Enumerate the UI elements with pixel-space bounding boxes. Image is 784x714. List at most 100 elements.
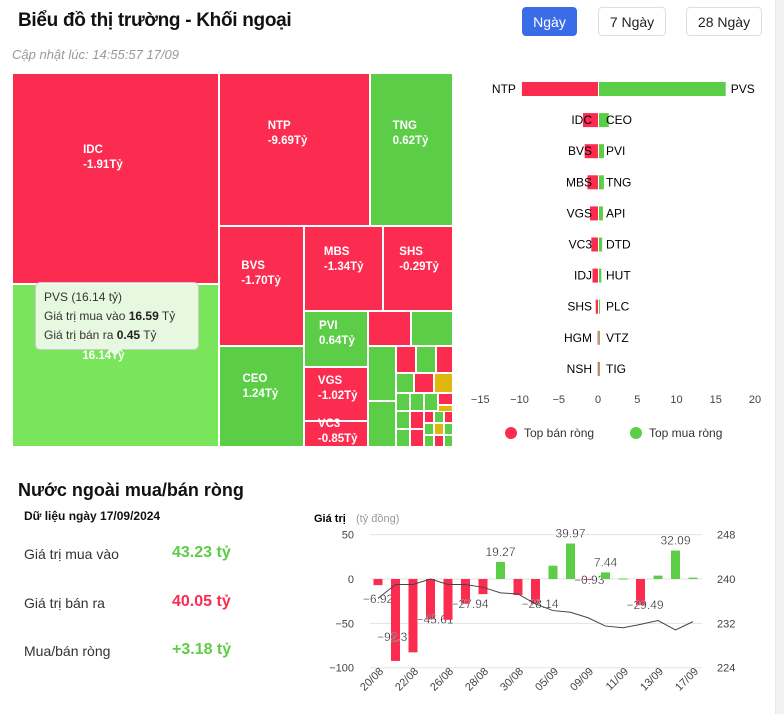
buy-symbol: PVI [606, 144, 625, 158]
data-label: 19.27 [485, 545, 515, 559]
net-bar [618, 578, 628, 580]
buy-symbol: TNG [606, 175, 631, 189]
treemap-tile-tng[interactable]: TNG 0.62Tỷ [370, 73, 453, 226]
section-title: Nước ngoài mua/bán ròng [18, 480, 244, 500]
buy-bar [599, 206, 603, 221]
treemap-tile-small[interactable] [410, 411, 424, 429]
sell-symbol: MBS [566, 175, 592, 189]
treemap-tile-small[interactable] [444, 435, 453, 447]
buy-symbol: HUT [606, 269, 631, 283]
treemap-tile-mbs[interactable]: MBS -1.34Tỷ [304, 226, 383, 311]
treemap-tile-small[interactable] [444, 423, 453, 435]
buy-bar [599, 82, 726, 96]
treemap-tile-small[interactable] [396, 411, 410, 429]
data-label: 39.97 [555, 527, 585, 541]
sell-symbol: NSH [567, 362, 592, 376]
treemap-tile-ntp[interactable]: NTP -9.69Tỷ [219, 73, 370, 226]
treemap-tile-idc[interactable]: IDC -1.91Tỷ [12, 73, 219, 284]
buy-symbol: VTZ [606, 331, 629, 345]
net-value: +3.18 tỷ [172, 641, 232, 658]
treemap-tile-small[interactable] [414, 373, 434, 393]
treemap-tile-small[interactable] [424, 393, 438, 411]
tab-day[interactable]: Ngày [522, 7, 577, 36]
treemap-tile-bvs[interactable]: BVS -1.70Tỷ [219, 226, 304, 346]
tile-symbol: SHS [399, 246, 423, 259]
data-label: 7.44 [594, 555, 618, 569]
buy-bar [599, 330, 600, 345]
treemap-tile-small[interactable] [424, 435, 434, 447]
x-tick: −5 [552, 394, 565, 406]
sell-symbol: BVS [568, 144, 592, 158]
tile-symbol: CEO [242, 372, 268, 385]
treemap-tile-small[interactable] [396, 346, 416, 373]
tile-symbol: VC3 [317, 417, 341, 430]
tooltip-unit: Tỷ [161, 309, 176, 323]
data-label: −0.93 [574, 573, 605, 587]
tab-7-days[interactable]: 7 Ngày [598, 7, 666, 36]
treemap-tile-small[interactable] [410, 429, 424, 447]
tab-28-days[interactable]: 28 Ngày [686, 7, 762, 36]
treemap-tile-small[interactable] [434, 373, 453, 393]
data-label: −27.94 [452, 597, 489, 611]
x-tick: 15 [710, 394, 722, 406]
treemap-tile-small[interactable] [434, 411, 444, 423]
sell-symbol: HGM [564, 331, 592, 345]
treemap-tile-small[interactable] [436, 346, 453, 373]
net-flow-chart: Giá trị (tỷ đồng)50 248 0 240 −50 232 −100 224 −6… [314, 513, 735, 694]
treemap-tile-small[interactable] [416, 346, 436, 373]
sell-bar [597, 330, 599, 345]
tile-value: -0.85Tỷ [317, 432, 358, 445]
x-tick: 05/09 [533, 666, 561, 694]
treemap-tile-small[interactable] [396, 393, 410, 411]
treemap-tile-ceo[interactable]: CEO 1.24Tỷ [219, 346, 304, 447]
sell-bar [597, 361, 599, 376]
treemap-tile-small[interactable] [444, 411, 453, 423]
tile-symbol: NTP [267, 120, 291, 133]
buy-symbol: API [606, 206, 625, 220]
treemap-tile-small[interactable] [368, 346, 396, 401]
treemap-tile-small[interactable] [368, 311, 411, 346]
treemap-tile-vc3[interactable]: VC3 -0.85Tỷ [304, 418, 368, 447]
page-title: Biểu đồ thị trường - Khối ngoại [18, 10, 292, 31]
treemap-tile-small[interactable] [411, 311, 453, 346]
data-label: −6.92 [363, 592, 394, 606]
x-tick: 11/09 [604, 666, 631, 693]
buy-symbol: DTD [606, 238, 631, 252]
treemap-tile-small[interactable] [438, 393, 453, 405]
sell-symbol: IDJ [574, 269, 592, 283]
y2-tick: 248 [717, 530, 735, 542]
tile-symbol: TNG [392, 120, 417, 133]
treemap-tile-small[interactable] [368, 401, 396, 447]
buy-symbol: CEO [606, 113, 632, 127]
treemap-tile-small[interactable] [396, 429, 410, 447]
sell-symbol: VC3 [569, 238, 593, 252]
updated-time: Cập nhật lúc: 14:55:57 17/09 [12, 47, 179, 62]
tile-value: -0.29Tỷ [399, 261, 439, 274]
treemap-tile-small[interactable] [396, 373, 414, 393]
net-bar [688, 577, 698, 579]
treemap-tile-small[interactable] [410, 393, 424, 411]
sell-symbol: VGS [567, 206, 592, 220]
treemap-tile-small[interactable] [434, 435, 444, 447]
tile-symbol: VGS [317, 374, 343, 387]
y-tick: −50 [335, 618, 354, 630]
y2-tick: 240 [717, 574, 735, 586]
buy-bar [599, 299, 600, 314]
scrollbar[interactable] [775, 0, 784, 714]
sell-symbol: NTP [492, 82, 516, 96]
sell-bar [595, 299, 598, 314]
x-tick: 13/09 [638, 666, 666, 694]
sell-bar [521, 82, 598, 96]
treemap-tile-small[interactable] [424, 423, 434, 435]
treemap-tile-shs[interactable]: SHS -0.29Tỷ [383, 226, 453, 311]
tile-symbol: MBS [323, 246, 350, 259]
treemap-tile-small[interactable] [434, 423, 444, 435]
x-tick: 22/08 [393, 666, 421, 694]
tooltip-unit: Tỷ [143, 328, 157, 342]
tile-value: 0.64Tỷ [319, 334, 355, 347]
legend-sell-icon [505, 427, 517, 439]
treemap-tile-pvi[interactable]: PVI 0.64Tỷ [304, 311, 368, 367]
treemap-tile-vgs[interactable]: VGS -1.02Tỷ [304, 367, 368, 421]
buy-value: 43.23 tỷ [172, 544, 231, 561]
treemap-tile-small[interactable] [424, 411, 434, 423]
